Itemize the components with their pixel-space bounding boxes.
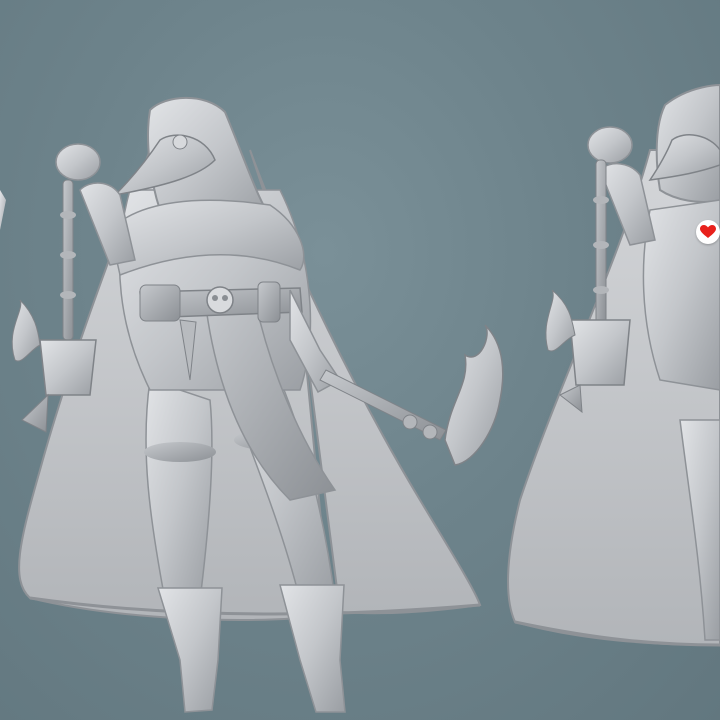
favorite-heart-badge[interactable] [696, 220, 720, 244]
image-viewport [0, 0, 720, 720]
main-figure [11, 96, 504, 713]
left-partial-figure [0, 190, 6, 230]
right-figure [507, 83, 720, 647]
heart-icon [700, 225, 716, 238]
sculpt-render-scene [0, 83, 720, 713]
